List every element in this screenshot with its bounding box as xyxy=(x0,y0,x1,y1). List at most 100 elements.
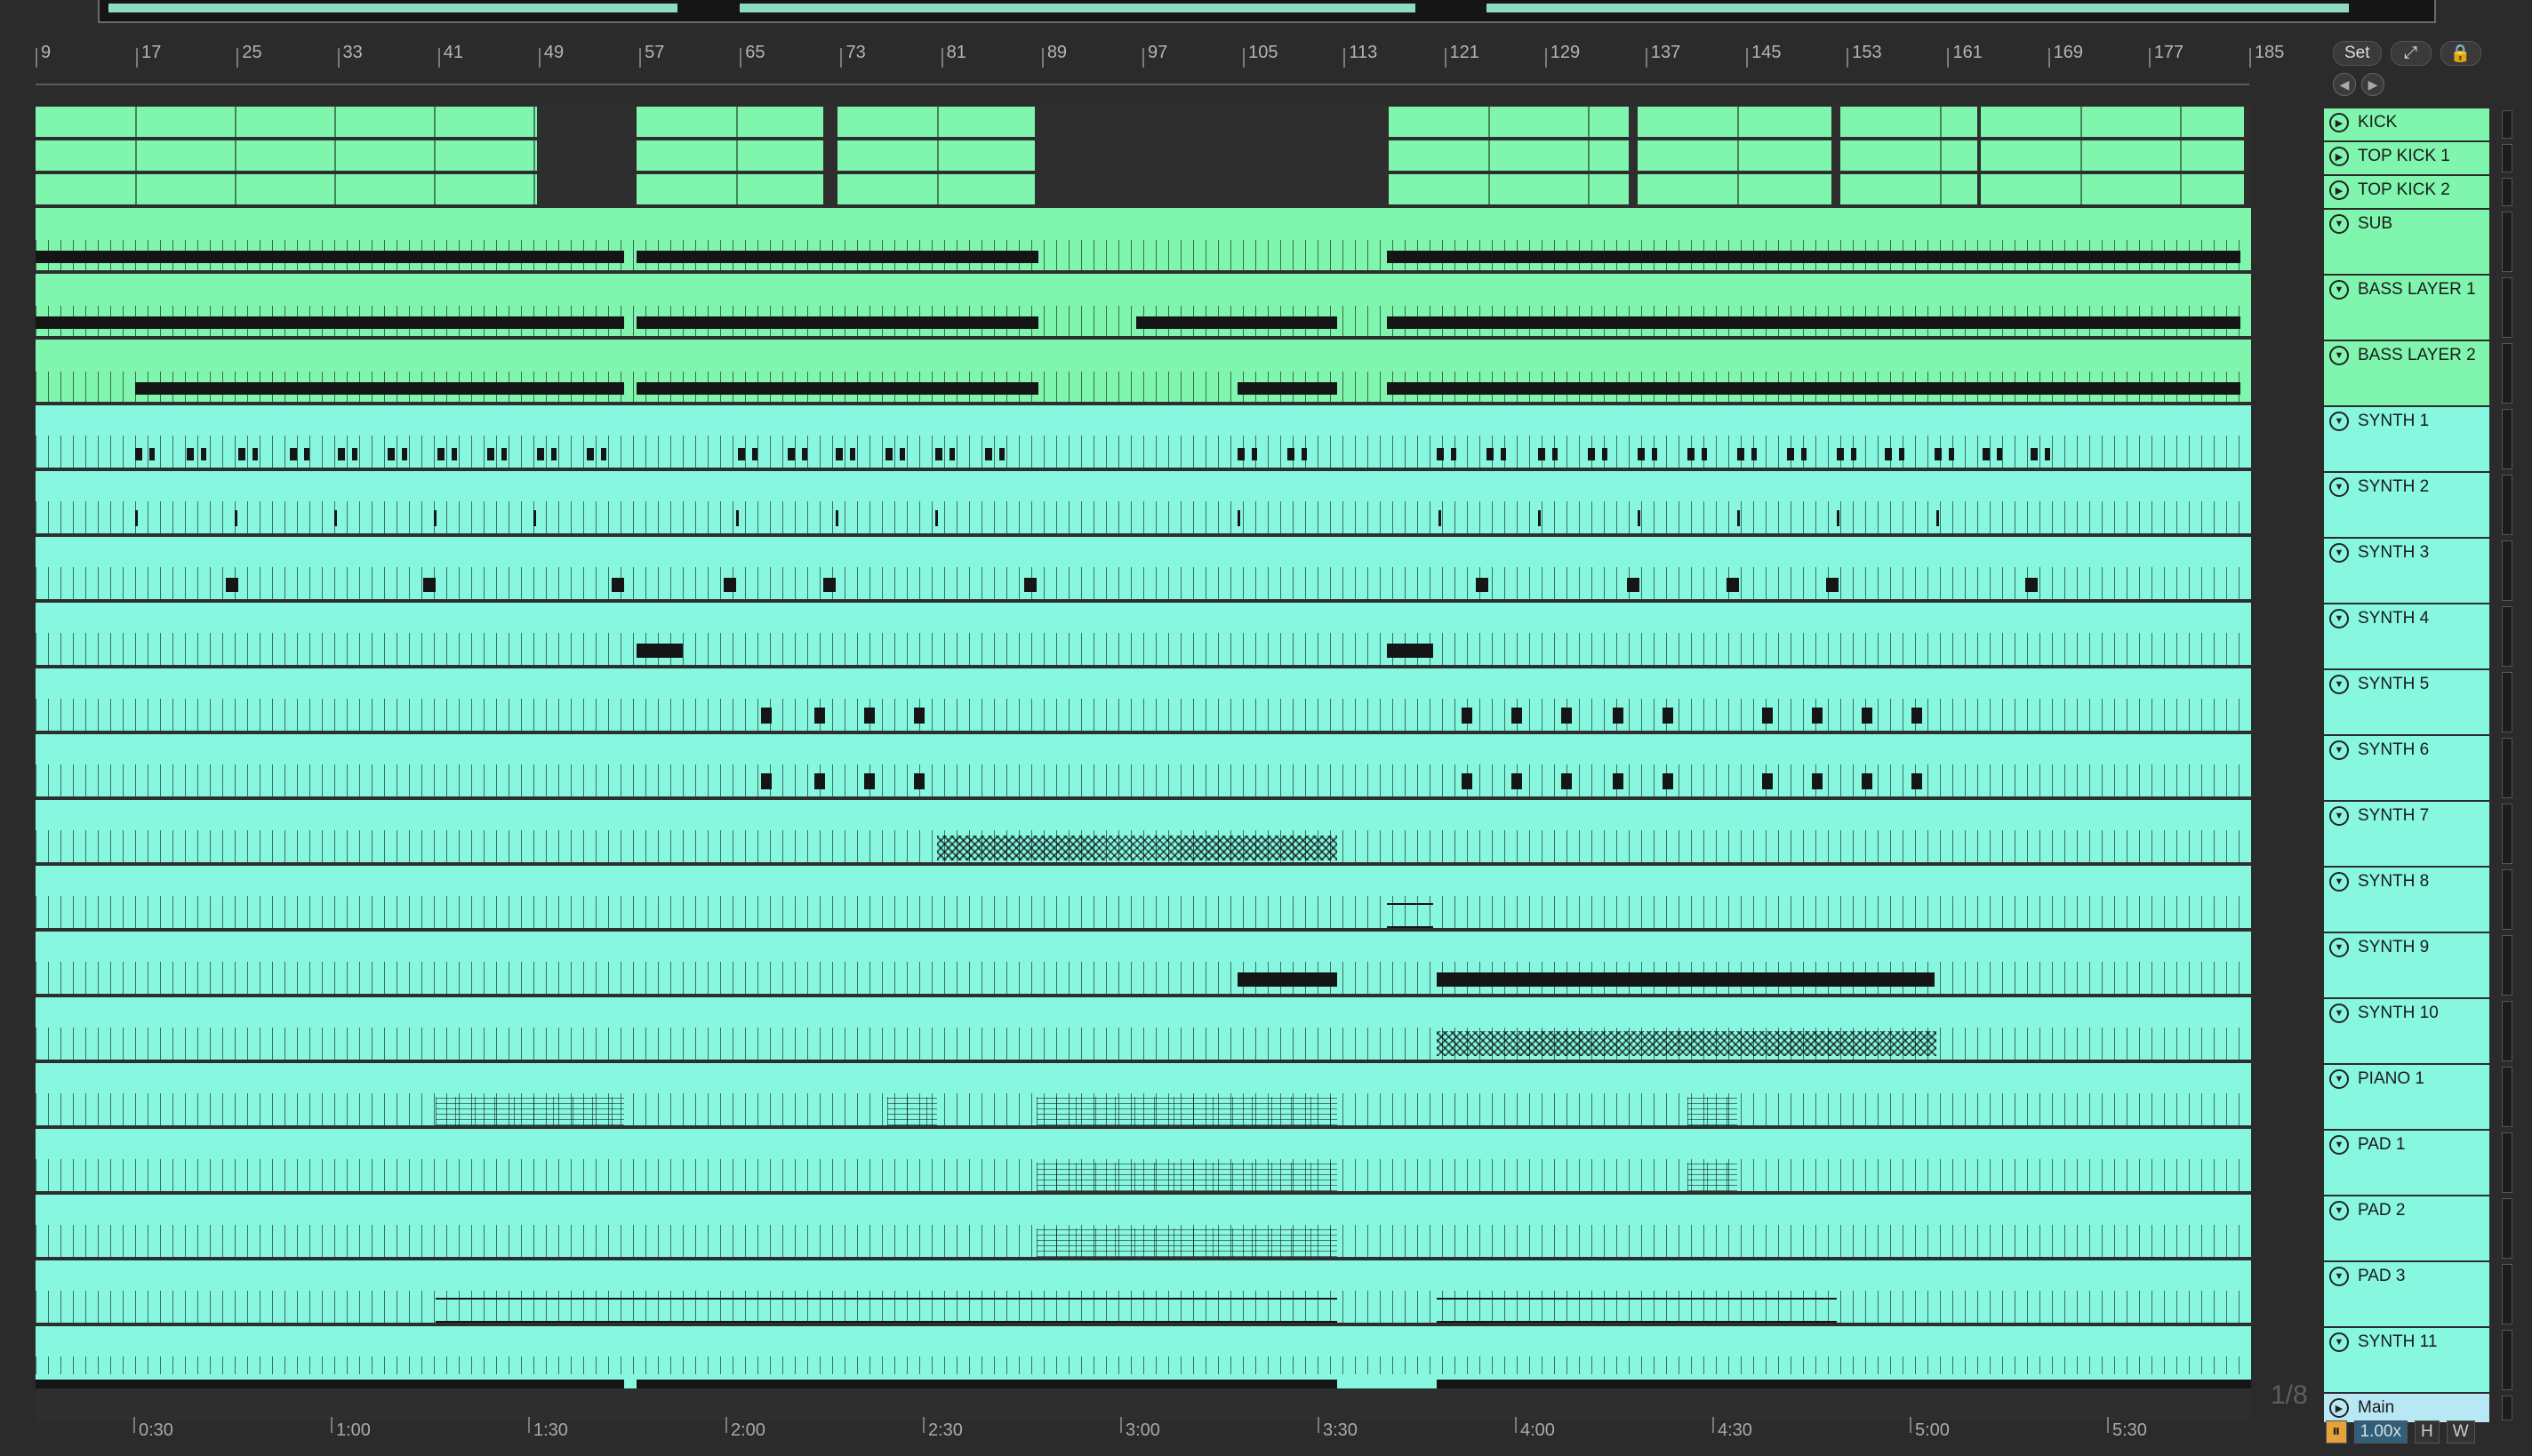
w-button[interactable]: W xyxy=(2446,1420,2475,1444)
arrangement-view[interactable] xyxy=(36,105,2251,1420)
clip[interactable] xyxy=(36,603,2251,665)
fold-down-icon[interactable]: ▼ xyxy=(2329,1135,2349,1155)
track-header[interactable]: ▼ SYNTH 11 xyxy=(2324,1326,2489,1392)
track-lane[interactable] xyxy=(36,338,2251,404)
track-lane[interactable] xyxy=(36,535,2251,601)
track-header[interactable]: ▼ SYNTH 4 xyxy=(2324,603,2489,668)
clip[interactable] xyxy=(1638,140,1831,171)
track-lane[interactable] xyxy=(36,469,2251,535)
track-lane[interactable] xyxy=(36,798,2251,864)
track-header[interactable]: ▼ SYNTH 9 xyxy=(2324,932,2489,997)
track-header[interactable]: ▼ PIANO 1 xyxy=(2324,1063,2489,1129)
fold-down-icon[interactable]: ▼ xyxy=(2329,872,2349,892)
clip[interactable] xyxy=(36,997,2251,1060)
fold-down-icon[interactable]: ▼ xyxy=(2329,477,2349,497)
clip[interactable] xyxy=(36,107,537,137)
clip[interactable] xyxy=(36,1063,2251,1125)
track-lane[interactable] xyxy=(36,996,2251,1061)
clip[interactable] xyxy=(36,405,2251,468)
clip[interactable] xyxy=(637,140,823,171)
fold-down-icon[interactable]: ▼ xyxy=(2329,1267,2349,1286)
time-ruler[interactable]: 0:30 1:00 1:30 2:00 2:30 3:00 3:30 4:00 4:30 5:00… xyxy=(36,1410,2249,1445)
track-header[interactable]: ▼ SYNTH 10 xyxy=(2324,997,2489,1063)
fold-down-icon[interactable]: ▼ xyxy=(2329,1069,2349,1089)
track-header[interactable]: ▼ SYNTH 8 xyxy=(2324,866,2489,932)
track-lane[interactable] xyxy=(36,667,2251,732)
clip[interactable] xyxy=(36,274,2251,336)
track-lane[interactable] xyxy=(36,1127,2251,1193)
clip[interactable] xyxy=(36,668,2251,731)
fold-down-icon[interactable]: ▼ xyxy=(2329,806,2349,826)
track-header[interactable]: ▼ PAD 1 xyxy=(2324,1129,2489,1195)
arrow-right-icon[interactable]: ▶ xyxy=(2361,73,2384,96)
fold-down-icon[interactable]: ▼ xyxy=(2329,214,2349,234)
clip[interactable] xyxy=(837,140,1035,171)
fold-down-icon[interactable]: ▼ xyxy=(2329,740,2349,760)
track-header[interactable]: ▼ SYNTH 1 xyxy=(2324,405,2489,471)
fold-right-icon[interactable]: ▶ xyxy=(2329,1398,2349,1418)
fold-down-icon[interactable]: ▼ xyxy=(2329,1004,2349,1023)
clip[interactable] xyxy=(36,537,2251,599)
clip[interactable] xyxy=(36,1195,2251,1257)
track-header[interactable]: ▼ BASS LAYER 2 xyxy=(2324,340,2489,405)
track-lane[interactable] xyxy=(36,139,2251,172)
fold-right-icon[interactable]: ▶ xyxy=(2329,147,2349,166)
track-header[interactable]: ▼ SUB xyxy=(2324,208,2489,274)
clip[interactable] xyxy=(36,1326,2251,1388)
loop-brace[interactable] xyxy=(36,68,2249,85)
track-lane[interactable] xyxy=(36,404,2251,469)
track-header[interactable]: ▼ SYNTH 7 xyxy=(2324,800,2489,866)
clip[interactable] xyxy=(36,174,537,204)
track-header[interactable]: ▶ TOP KICK 2 xyxy=(2324,174,2489,208)
h-button[interactable]: H xyxy=(2415,1420,2440,1444)
track-header[interactable]: ▼ SYNTH 6 xyxy=(2324,734,2489,800)
clip[interactable] xyxy=(1638,107,1831,137)
track-header[interactable]: ▼ SYNTH 2 xyxy=(2324,471,2489,537)
clip[interactable] xyxy=(36,471,2251,533)
track-lane[interactable] xyxy=(36,930,2251,996)
clip[interactable] xyxy=(1389,107,1629,137)
clip[interactable] xyxy=(36,800,2251,862)
clip[interactable] xyxy=(36,866,2251,928)
fold-down-icon[interactable]: ▼ xyxy=(2329,543,2349,563)
track-header[interactable]: ▼ PAD 2 xyxy=(2324,1195,2489,1260)
track-header[interactable]: ▼ SYNTH 5 xyxy=(2324,668,2489,734)
track-lane[interactable] xyxy=(36,172,2251,206)
arrangement-overview[interactable] xyxy=(98,0,2436,23)
track-header[interactable]: ▶ TOP KICK 1 xyxy=(2324,140,2489,174)
clip[interactable] xyxy=(1389,174,1629,204)
clip[interactable] xyxy=(1840,107,1977,137)
fold-down-icon[interactable]: ▼ xyxy=(2329,346,2349,365)
track-lane[interactable] xyxy=(36,1061,2251,1127)
expand-icon[interactable]: ⤢ xyxy=(2390,41,2432,66)
tempo-factor[interactable]: 1.00x xyxy=(2353,1420,2408,1444)
track-lane[interactable] xyxy=(36,1193,2251,1259)
fold-down-icon[interactable]: ▼ xyxy=(2329,675,2349,694)
clip[interactable] xyxy=(637,107,823,137)
clip[interactable] xyxy=(1638,174,1831,204)
arrow-left-icon[interactable]: ◀ xyxy=(2333,73,2356,96)
clip[interactable] xyxy=(1981,174,2244,204)
clip[interactable] xyxy=(36,340,2251,402)
track-lane[interactable] xyxy=(36,1324,2251,1390)
track-lane[interactable] xyxy=(36,732,2251,798)
clip[interactable] xyxy=(36,1129,2251,1191)
clip[interactable] xyxy=(36,932,2251,994)
track-header[interactable]: ▼ PAD 3 xyxy=(2324,1260,2489,1326)
clip[interactable] xyxy=(1981,140,2244,171)
clip[interactable] xyxy=(837,107,1035,137)
clip[interactable] xyxy=(1840,174,1977,204)
clip[interactable] xyxy=(36,1260,2251,1323)
clip[interactable] xyxy=(637,174,823,204)
clip[interactable] xyxy=(1840,140,1977,171)
fold-down-icon[interactable]: ▼ xyxy=(2329,938,2349,957)
track-header[interactable]: ▼ BASS LAYER 1 xyxy=(2324,274,2489,340)
fold-down-icon[interactable]: ▼ xyxy=(2329,609,2349,628)
track-header[interactable]: ▼ SYNTH 3 xyxy=(2324,537,2489,603)
track-lane[interactable] xyxy=(36,1259,2251,1324)
clip[interactable] xyxy=(1389,140,1629,171)
fold-right-icon[interactable]: ▶ xyxy=(2329,180,2349,200)
fold-right-icon[interactable]: ▶ xyxy=(2329,113,2349,132)
clip[interactable] xyxy=(1981,107,2244,137)
fold-down-icon[interactable]: ▼ xyxy=(2329,412,2349,431)
